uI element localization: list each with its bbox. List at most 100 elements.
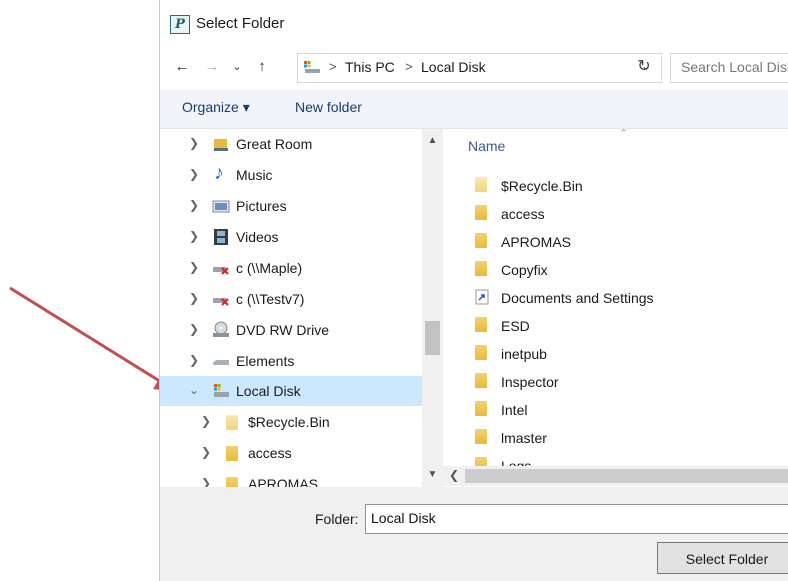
nav-item-label: DVD RW Drive — [236, 322, 330, 338]
nav-item-label: Local Disk — [236, 383, 301, 399]
nav-item-label: $Recycle.Bin — [248, 414, 330, 430]
file-row[interactable]: $Recycle.Bin — [463, 172, 783, 200]
back-arrow-icon[interactable]: ← — [172, 50, 192, 84]
file-row[interactable]: Inspector — [463, 368, 783, 396]
scrollbar-thumb[interactable] — [465, 469, 788, 483]
folder-icon — [475, 261, 487, 276]
chevron-right-icon[interactable]: ❯ — [188, 136, 200, 150]
folder-icon — [226, 446, 238, 461]
folder-icon — [475, 373, 487, 388]
file-name: Inspector — [501, 374, 559, 390]
chevron-right-icon[interactable]: ❯ — [188, 198, 200, 212]
file-row[interactable]: ESD — [463, 312, 783, 340]
nav-item-elements[interactable]: ❯ Elements — [160, 346, 422, 376]
file-list-pane: ⌃ Name $Recycle.Bin access APROMAS Copyf… — [443, 129, 788, 487]
file-row[interactable]: Documents and Settings — [463, 284, 783, 312]
chevron-right-icon[interactable]: ❯ — [188, 167, 200, 181]
file-name: inetpub — [501, 346, 547, 362]
up-arrow-icon[interactable]: ↑ — [252, 50, 272, 84]
nav-item-local-disk[interactable]: ⌄ Local Disk — [160, 376, 422, 406]
navigation-pane: ❯ Great Room ❯ ♪ Music ❯ Pictures ❯ Vide… — [160, 129, 443, 487]
nav-item-dvd-rw-drive[interactable]: ❯ DVD RW Drive — [160, 315, 422, 345]
nav-item-great-room[interactable]: ❯ Great Room — [160, 129, 422, 159]
music-note-icon: ♪ — [214, 162, 224, 184]
folder-icon — [475, 317, 487, 332]
folder-input[interactable] — [366, 505, 788, 531]
nav-item-apromas[interactable]: ❯ APROMAS — [160, 469, 422, 487]
folder-icon — [475, 345, 487, 360]
nav-item-videos[interactable]: ❯ Videos — [160, 222, 422, 252]
file-row[interactable]: Intel — [463, 396, 783, 424]
chevron-right-icon[interactable]: ❯ — [188, 260, 200, 274]
folder-icon — [475, 429, 487, 444]
sort-caret-icon: ⌃ — [619, 129, 629, 140]
breadcrumb-this-pc[interactable]: This PC — [345, 59, 395, 75]
file-row[interactable]: access — [463, 200, 783, 228]
nav-item-recycle-bin[interactable]: ❯ $Recycle.Bin — [160, 407, 422, 437]
nav-item-label: Pictures — [236, 198, 287, 214]
file-name: APROMAS — [501, 234, 572, 250]
nav-item-label: access — [248, 445, 292, 461]
disconnected-drive-icon — [213, 267, 229, 275]
pictures-icon — [212, 200, 230, 213]
organize-button[interactable]: Organize ▾ — [182, 99, 250, 116]
folder-light-icon — [226, 415, 238, 430]
search-box[interactable] — [670, 53, 788, 83]
folder-field[interactable] — [365, 504, 788, 534]
nav-item-label: Great Room — [236, 136, 313, 152]
file-name: lmaster — [501, 430, 547, 446]
folder-label: Folder: — [315, 511, 359, 527]
refresh-icon[interactable]: ↻ — [632, 50, 656, 84]
nav-item-label: Music — [236, 167, 273, 183]
chevron-right-icon[interactable]: ❯ — [188, 322, 200, 336]
window-title: Select Folder — [196, 15, 285, 32]
file-list-horizontal-scrollbar[interactable]: ❮ — [443, 466, 788, 486]
shortcut-icon — [475, 289, 489, 305]
nav-item-access[interactable]: ❯ access — [160, 438, 422, 468]
chevron-right-icon[interactable]: ❯ — [200, 414, 212, 428]
breadcrumb-local-disk[interactable]: Local Disk — [421, 59, 486, 75]
chevron-right-icon[interactable]: ❯ — [200, 476, 212, 487]
file-name: $Recycle.Bin — [501, 178, 583, 194]
breadcrumb-separator: > — [329, 59, 337, 74]
chevron-right-icon[interactable]: ❯ — [188, 229, 200, 243]
scroll-up-icon[interactable]: ▲ — [422, 135, 443, 146]
command-toolbar: Organize ▾ New folder — [160, 90, 788, 129]
address-bar[interactable]: > This PC > Local Disk ⌄ — [297, 53, 662, 83]
nav-item-label: Videos — [236, 229, 279, 245]
nav-item-label: c (\\Maple) — [236, 260, 303, 276]
forward-arrow-icon[interactable]: → — [202, 50, 222, 84]
nav-item-c-testv7[interactable]: ❯ c (\\Testv7) — [160, 284, 422, 314]
file-row[interactable]: inetpub — [463, 340, 783, 368]
nav-item-c-maple[interactable]: ❯ c (\\Maple) — [160, 253, 422, 283]
select-folder-button[interactable]: Select Folder — [657, 542, 788, 574]
file-name: Copyfix — [501, 262, 548, 278]
chevron-right-icon[interactable]: ❯ — [188, 353, 200, 367]
nav-pane-scrollbar[interactable]: ▲ ▼ — [422, 129, 443, 487]
dialog-footer: Folder: Select Folder — [160, 487, 788, 581]
film-strip-icon — [214, 229, 228, 245]
folder-icon — [475, 205, 487, 220]
nav-item-pictures[interactable]: ❯ Pictures — [160, 191, 422, 221]
column-header-name[interactable]: Name — [468, 138, 505, 154]
scroll-down-icon[interactable]: ▼ — [422, 469, 443, 480]
chevron-right-icon[interactable]: ❯ — [188, 291, 200, 305]
nav-item-music[interactable]: ❯ ♪ Music — [160, 160, 422, 190]
file-row[interactable]: APROMAS — [463, 228, 783, 256]
file-name: Intel — [501, 402, 528, 418]
dvd-drive-icon — [213, 321, 229, 337]
recent-locations-chevron-icon[interactable]: ⌄ — [228, 50, 246, 84]
search-input[interactable] — [671, 54, 788, 80]
new-folder-button[interactable]: New folder — [295, 99, 362, 115]
app-icon: P — [170, 15, 190, 34]
folder-light-icon — [475, 177, 487, 192]
scroll-left-icon[interactable]: ❮ — [449, 468, 459, 482]
scrollbar-thumb[interactable] — [425, 321, 440, 355]
file-name: Documents and Settings — [501, 290, 654, 306]
chevron-right-icon[interactable]: ❯ — [200, 445, 212, 459]
windows-drive-icon — [214, 384, 229, 397]
file-row[interactable]: lmaster — [463, 424, 783, 452]
chevron-down-icon[interactable]: ⌄ — [188, 383, 200, 397]
file-row[interactable]: Copyfix — [463, 256, 783, 284]
nav-item-label: Elements — [236, 353, 295, 369]
